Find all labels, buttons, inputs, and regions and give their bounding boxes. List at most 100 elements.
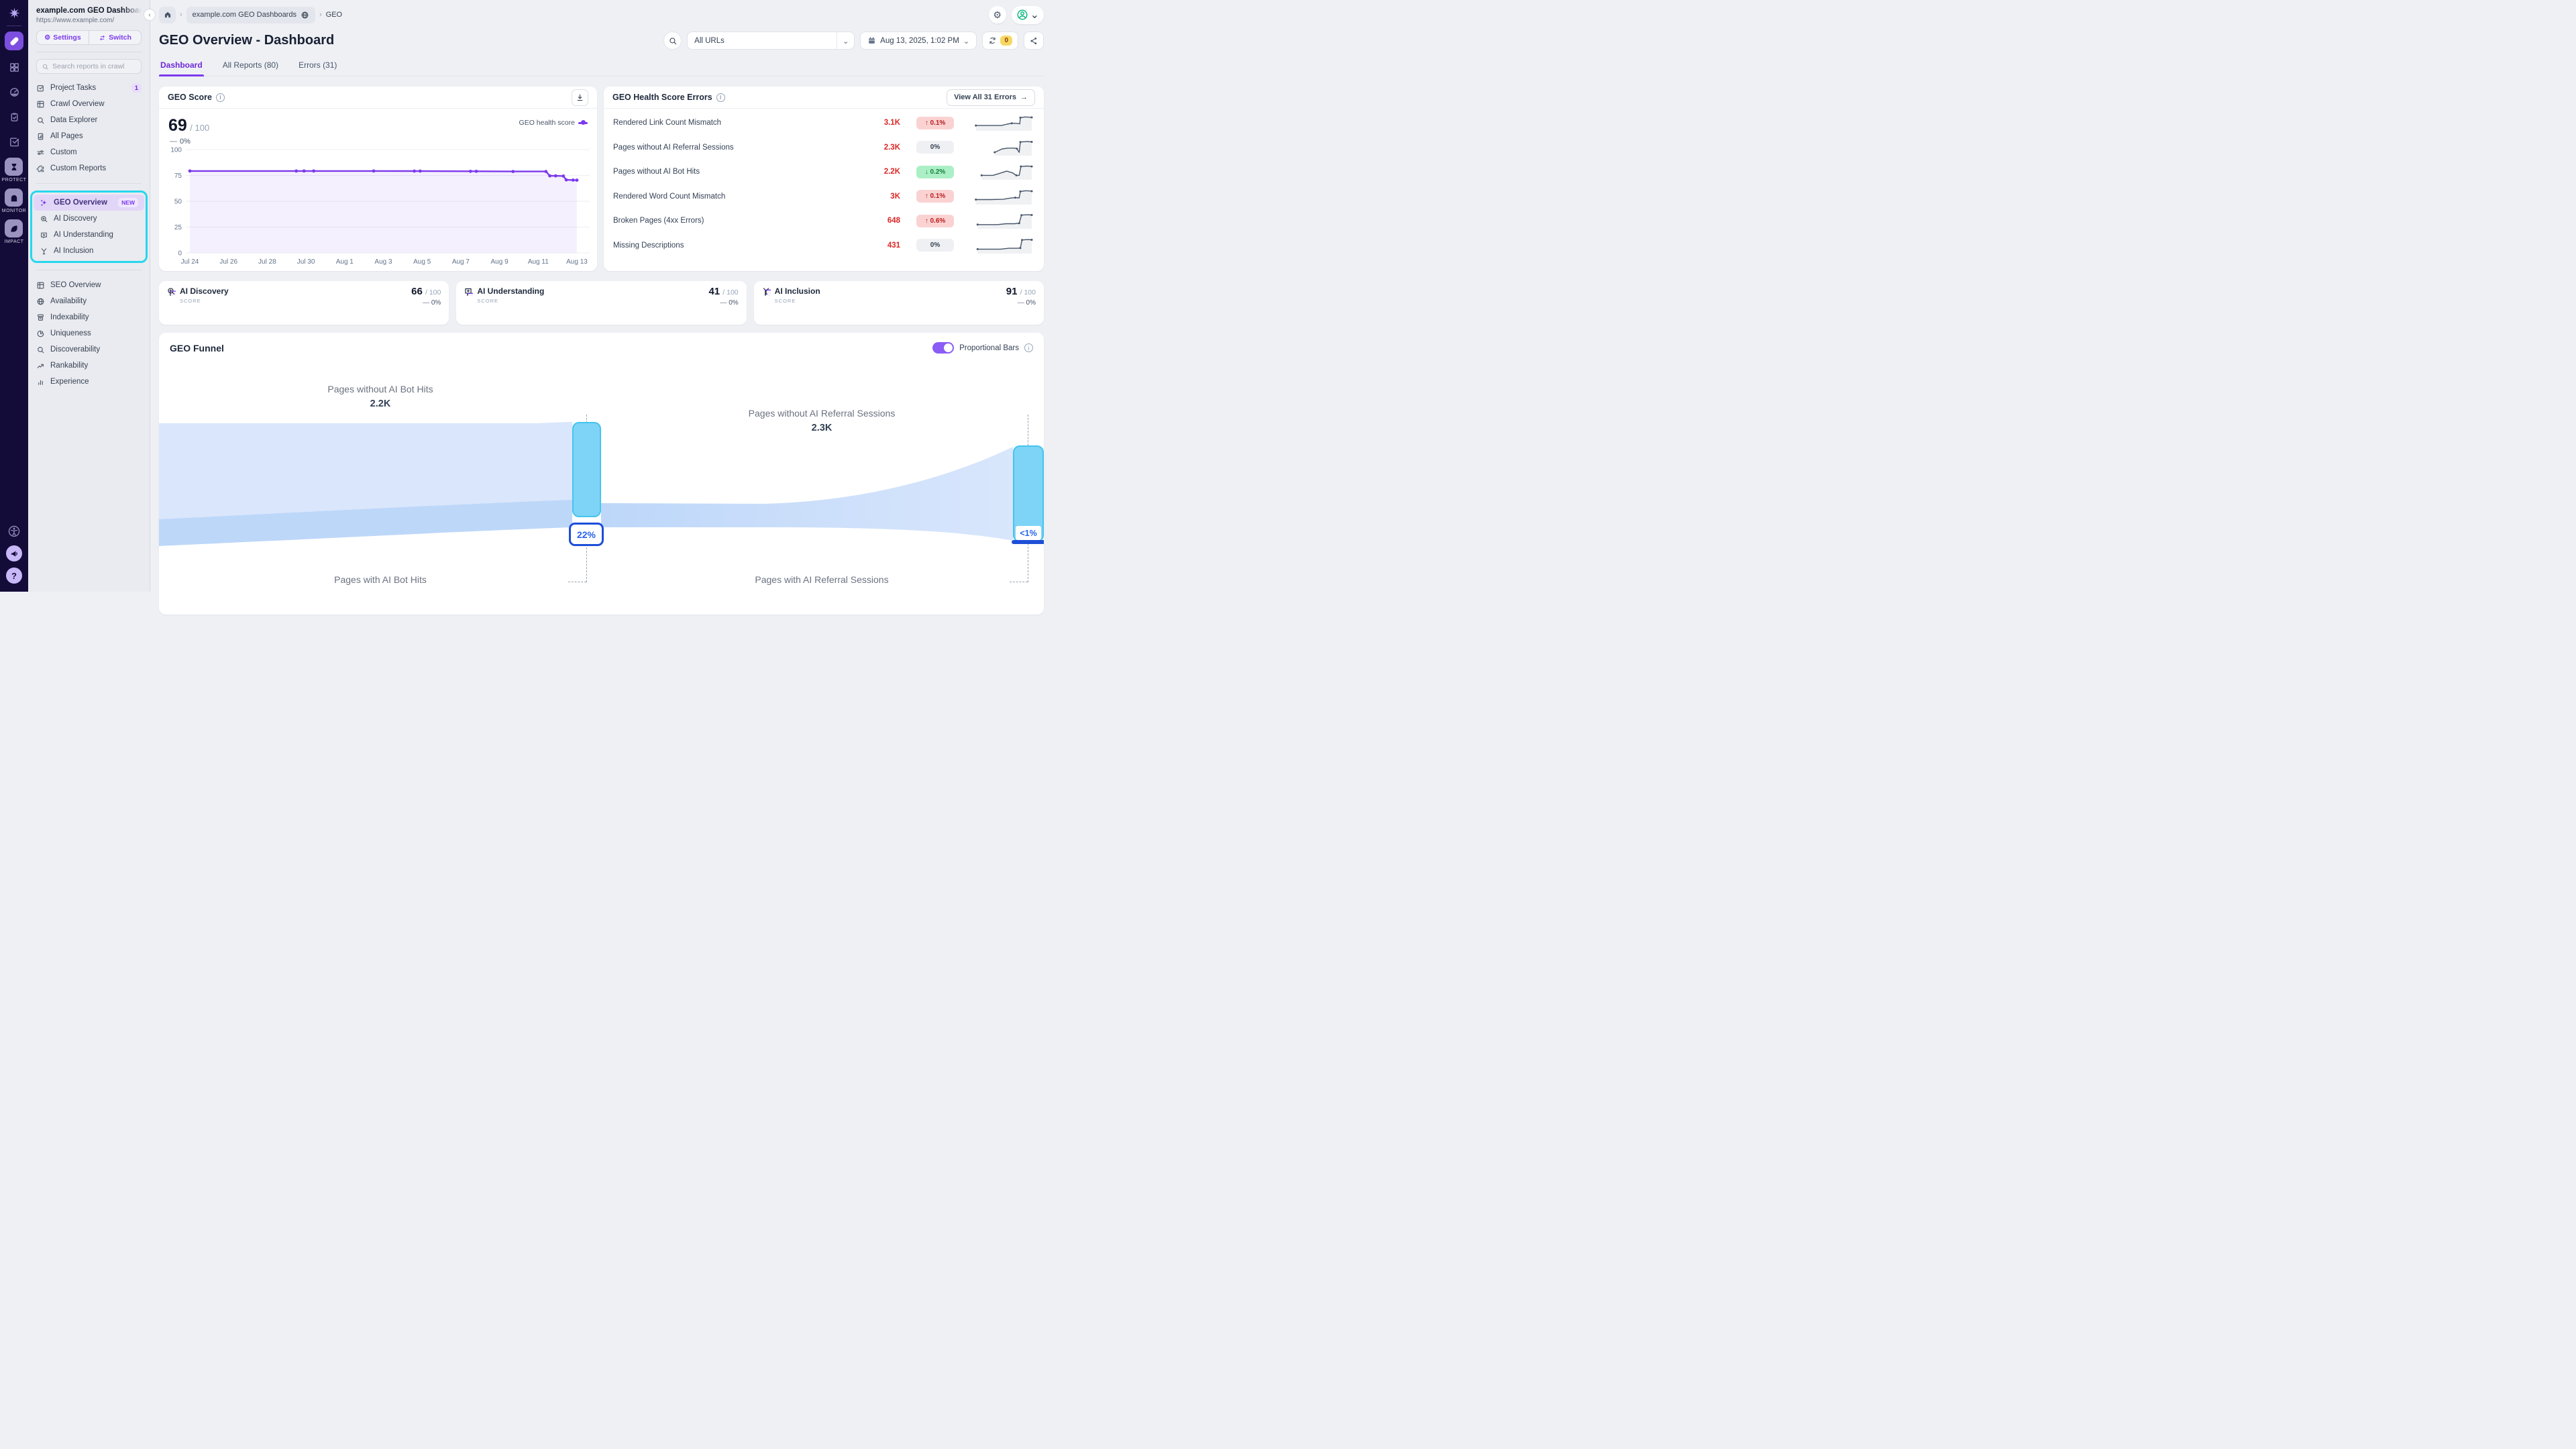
score-card-ai-understanding[interactable]: AI UnderstandingSCORE41 / 100— 0%	[456, 281, 746, 325]
sidebar: ‹ example.com GEO Dashboard https://www.…	[28, 0, 150, 592]
error-sparkline	[973, 187, 1034, 206]
sidebar-item-discoverability[interactable]: Discoverability	[28, 341, 150, 358]
sidebar-collapse-button[interactable]: ‹	[144, 9, 156, 21]
sidebar-item-label: AI Discovery	[54, 215, 138, 223]
error-row-broken-pages-4xx-errors-[interactable]: Broken Pages (4xx Errors)648↑ 0.6%	[604, 209, 1044, 233]
sidebar-item-project-tasks[interactable]: Project Tasks 1	[28, 80, 150, 96]
svg-text:Jul 26: Jul 26	[219, 258, 237, 266]
sidebar-item-geo-overview[interactable]: GEO OverviewNEW	[34, 195, 144, 211]
sidebar-item-experience[interactable]: Experience	[28, 374, 150, 390]
score-card-ai-discovery[interactable]: AI DiscoverySCORE66 / 100— 0%	[159, 281, 449, 325]
sidebar-item-ai-understanding[interactable]: AI Understanding	[34, 227, 144, 243]
card-subtitle: SCORE	[180, 298, 229, 304]
sidebar-item-availability[interactable]: Availability	[28, 293, 150, 309]
funnel-stage1-bottom-label: Pages with AI Bot Hits	[260, 574, 501, 585]
share-button[interactable]	[1024, 32, 1044, 50]
rail-section-monitor[interactable]: MONITOR	[2, 189, 27, 213]
megaphone-icon[interactable]	[6, 545, 22, 561]
error-row-pages-without-ai-bot-hits[interactable]: Pages without AI Bot Hits2.2K↓ 0.2%	[604, 160, 1044, 184]
sidebar-item-crawl-overview[interactable]: Crawl Overview	[28, 96, 150, 112]
breadcrumb-separator: ›	[180, 11, 182, 19]
active-app-tile[interactable]	[5, 32, 23, 50]
error-row-rendered-link-count-mismatch[interactable]: Rendered Link Count Mismatch3.1K↑ 0.1%	[604, 111, 1044, 136]
accessibility-icon[interactable]	[6, 523, 22, 539]
info-icon[interactable]: i	[716, 93, 725, 102]
check-square-icon[interactable]	[5, 133, 23, 150]
sidebar-item-ai-inclusion[interactable]: AI Inclusion	[34, 243, 144, 259]
tab-errors-31-[interactable]: Errors (31)	[297, 60, 338, 76]
error-row-rendered-word-count-mismatch[interactable]: Rendered Word Count Mismatch3K↑ 0.1%	[604, 184, 1044, 209]
main-content: › example.com GEO Dashboards › GEO ⚙ ⌄ G…	[150, 0, 1052, 592]
error-row-missing-descriptions[interactable]: Missing Descriptions4310%	[604, 233, 1044, 258]
url-filter-select[interactable]: All URLs ⌄	[687, 32, 855, 50]
sidebar-item-seo-overview[interactable]: SEO Overview	[28, 277, 150, 293]
sidebar-item-custom[interactable]: Custom	[28, 144, 150, 160]
trend-icon	[36, 362, 45, 370]
svg-text:Jul 24: Jul 24	[181, 258, 199, 266]
funnel-stage1-bar[interactable]	[572, 422, 601, 517]
tab-dashboard[interactable]: Dashboard	[159, 60, 204, 76]
score-card-ai-inclusion[interactable]: AI InclusionSCORE91 / 100— 0%	[754, 281, 1044, 325]
tab-bar: Dashboard All Reports (80) Errors (31)	[159, 60, 1044, 76]
error-name: Rendered Link Count Mismatch	[613, 119, 861, 127]
funnel-dash-line	[586, 547, 587, 582]
sidebar-search[interactable]	[36, 59, 142, 74]
search-input[interactable]	[52, 62, 133, 70]
sidebar-item-custom-reports[interactable]: Custom Reports	[28, 160, 150, 176]
info-icon[interactable]: i	[216, 93, 225, 102]
gear-icon: ⚙	[44, 34, 50, 42]
breadcrumb-project-chip[interactable]: example.com GEO Dashboards	[186, 7, 315, 23]
sidebar-item-ai-discovery[interactable]: AI Discovery	[34, 211, 144, 227]
funnel-flow-chart	[159, 333, 1044, 614]
magnifier-plus-icon	[40, 215, 48, 223]
gauge-icon[interactable]	[5, 83, 23, 101]
funnel-stage1-label: Pages without AI Bot Hits	[260, 384, 501, 394]
arrow-right-icon: →	[1020, 93, 1028, 101]
proportional-bars-toggle[interactable]	[932, 342, 954, 354]
rail-section-protect[interactable]: PROTECT	[2, 158, 27, 182]
search-button[interactable]	[663, 32, 682, 50]
sidebar-item-label: Crawl Overview	[50, 100, 142, 108]
account-menu[interactable]: ⌄	[1012, 6, 1044, 24]
refresh-button[interactable]: 0	[982, 32, 1018, 50]
switch-button[interactable]: Switch	[89, 31, 141, 44]
error-change-badge: ↑ 0.6%	[916, 215, 954, 227]
svg-text:Aug 3: Aug 3	[374, 258, 392, 266]
page-title: GEO Overview - Dashboard	[159, 33, 334, 48]
calendar-icon	[867, 36, 876, 45]
error-change-badge: 0%	[916, 239, 954, 252]
tab-all-reports-80-[interactable]: All Reports (80)	[221, 60, 280, 76]
sidebar-item-data-explorer[interactable]: Data Explorer	[28, 112, 150, 128]
settings-gear-button[interactable]: ⚙	[989, 6, 1006, 23]
funnel-stage1-percent-badge: 22%	[569, 523, 604, 546]
funnel-stage2-bottom-label: Pages with AI Referral Sessions	[701, 574, 943, 585]
error-name: Broken Pages (4xx Errors)	[613, 217, 861, 225]
clipboard-check-icon[interactable]	[5, 108, 23, 125]
date-picker[interactable]: Aug 13, 2025, 1:02 PM ⌄	[860, 32, 977, 50]
error-name: Rendered Word Count Mismatch	[613, 193, 861, 201]
help-icon[interactable]: ?	[6, 568, 22, 584]
pie-icon	[36, 329, 45, 338]
sidebar-item-uniqueness[interactable]: Uniqueness	[28, 325, 150, 341]
sidebar-item-rankability[interactable]: Rankability	[28, 358, 150, 374]
download-button[interactable]	[572, 89, 588, 106]
sidebar-item-badge: 1	[131, 83, 142, 93]
rail-section-impact[interactable]: IMPACT	[2, 219, 27, 244]
sidebar-item-indexability[interactable]: Indexability	[28, 309, 150, 325]
sidebar-item-all-pages[interactable]: All Pages	[28, 128, 150, 144]
sidebar-item-label: Discoverability	[50, 345, 142, 354]
error-change-badge: ↑ 0.1%	[916, 190, 954, 203]
grid-icon[interactable]	[5, 58, 23, 76]
svg-text:Aug 9: Aug 9	[491, 258, 509, 266]
geo-funnel-panel: GEO Funnel Proportional Bars i Pages wit…	[159, 333, 1044, 614]
sidebar-item-label: Project Tasks	[50, 84, 126, 92]
geo-score-panel: GEO Score i 69 / 100 —0% GEO health scor…	[159, 87, 597, 271]
settings-button[interactable]: ⚙ Settings	[37, 31, 89, 44]
breadcrumb-home-button[interactable]	[159, 7, 176, 23]
view-all-errors-button[interactable]: View All 31 Errors →	[947, 89, 1035, 106]
pages-icon	[36, 132, 45, 141]
error-row-pages-without-ai-referral-sessions[interactable]: Pages without AI Referral Sessions2.3K0%	[604, 136, 1044, 160]
brand-logo-icon	[8, 7, 21, 19]
search-icon	[36, 345, 45, 354]
sidebar-item-label: All Pages	[50, 132, 142, 140]
